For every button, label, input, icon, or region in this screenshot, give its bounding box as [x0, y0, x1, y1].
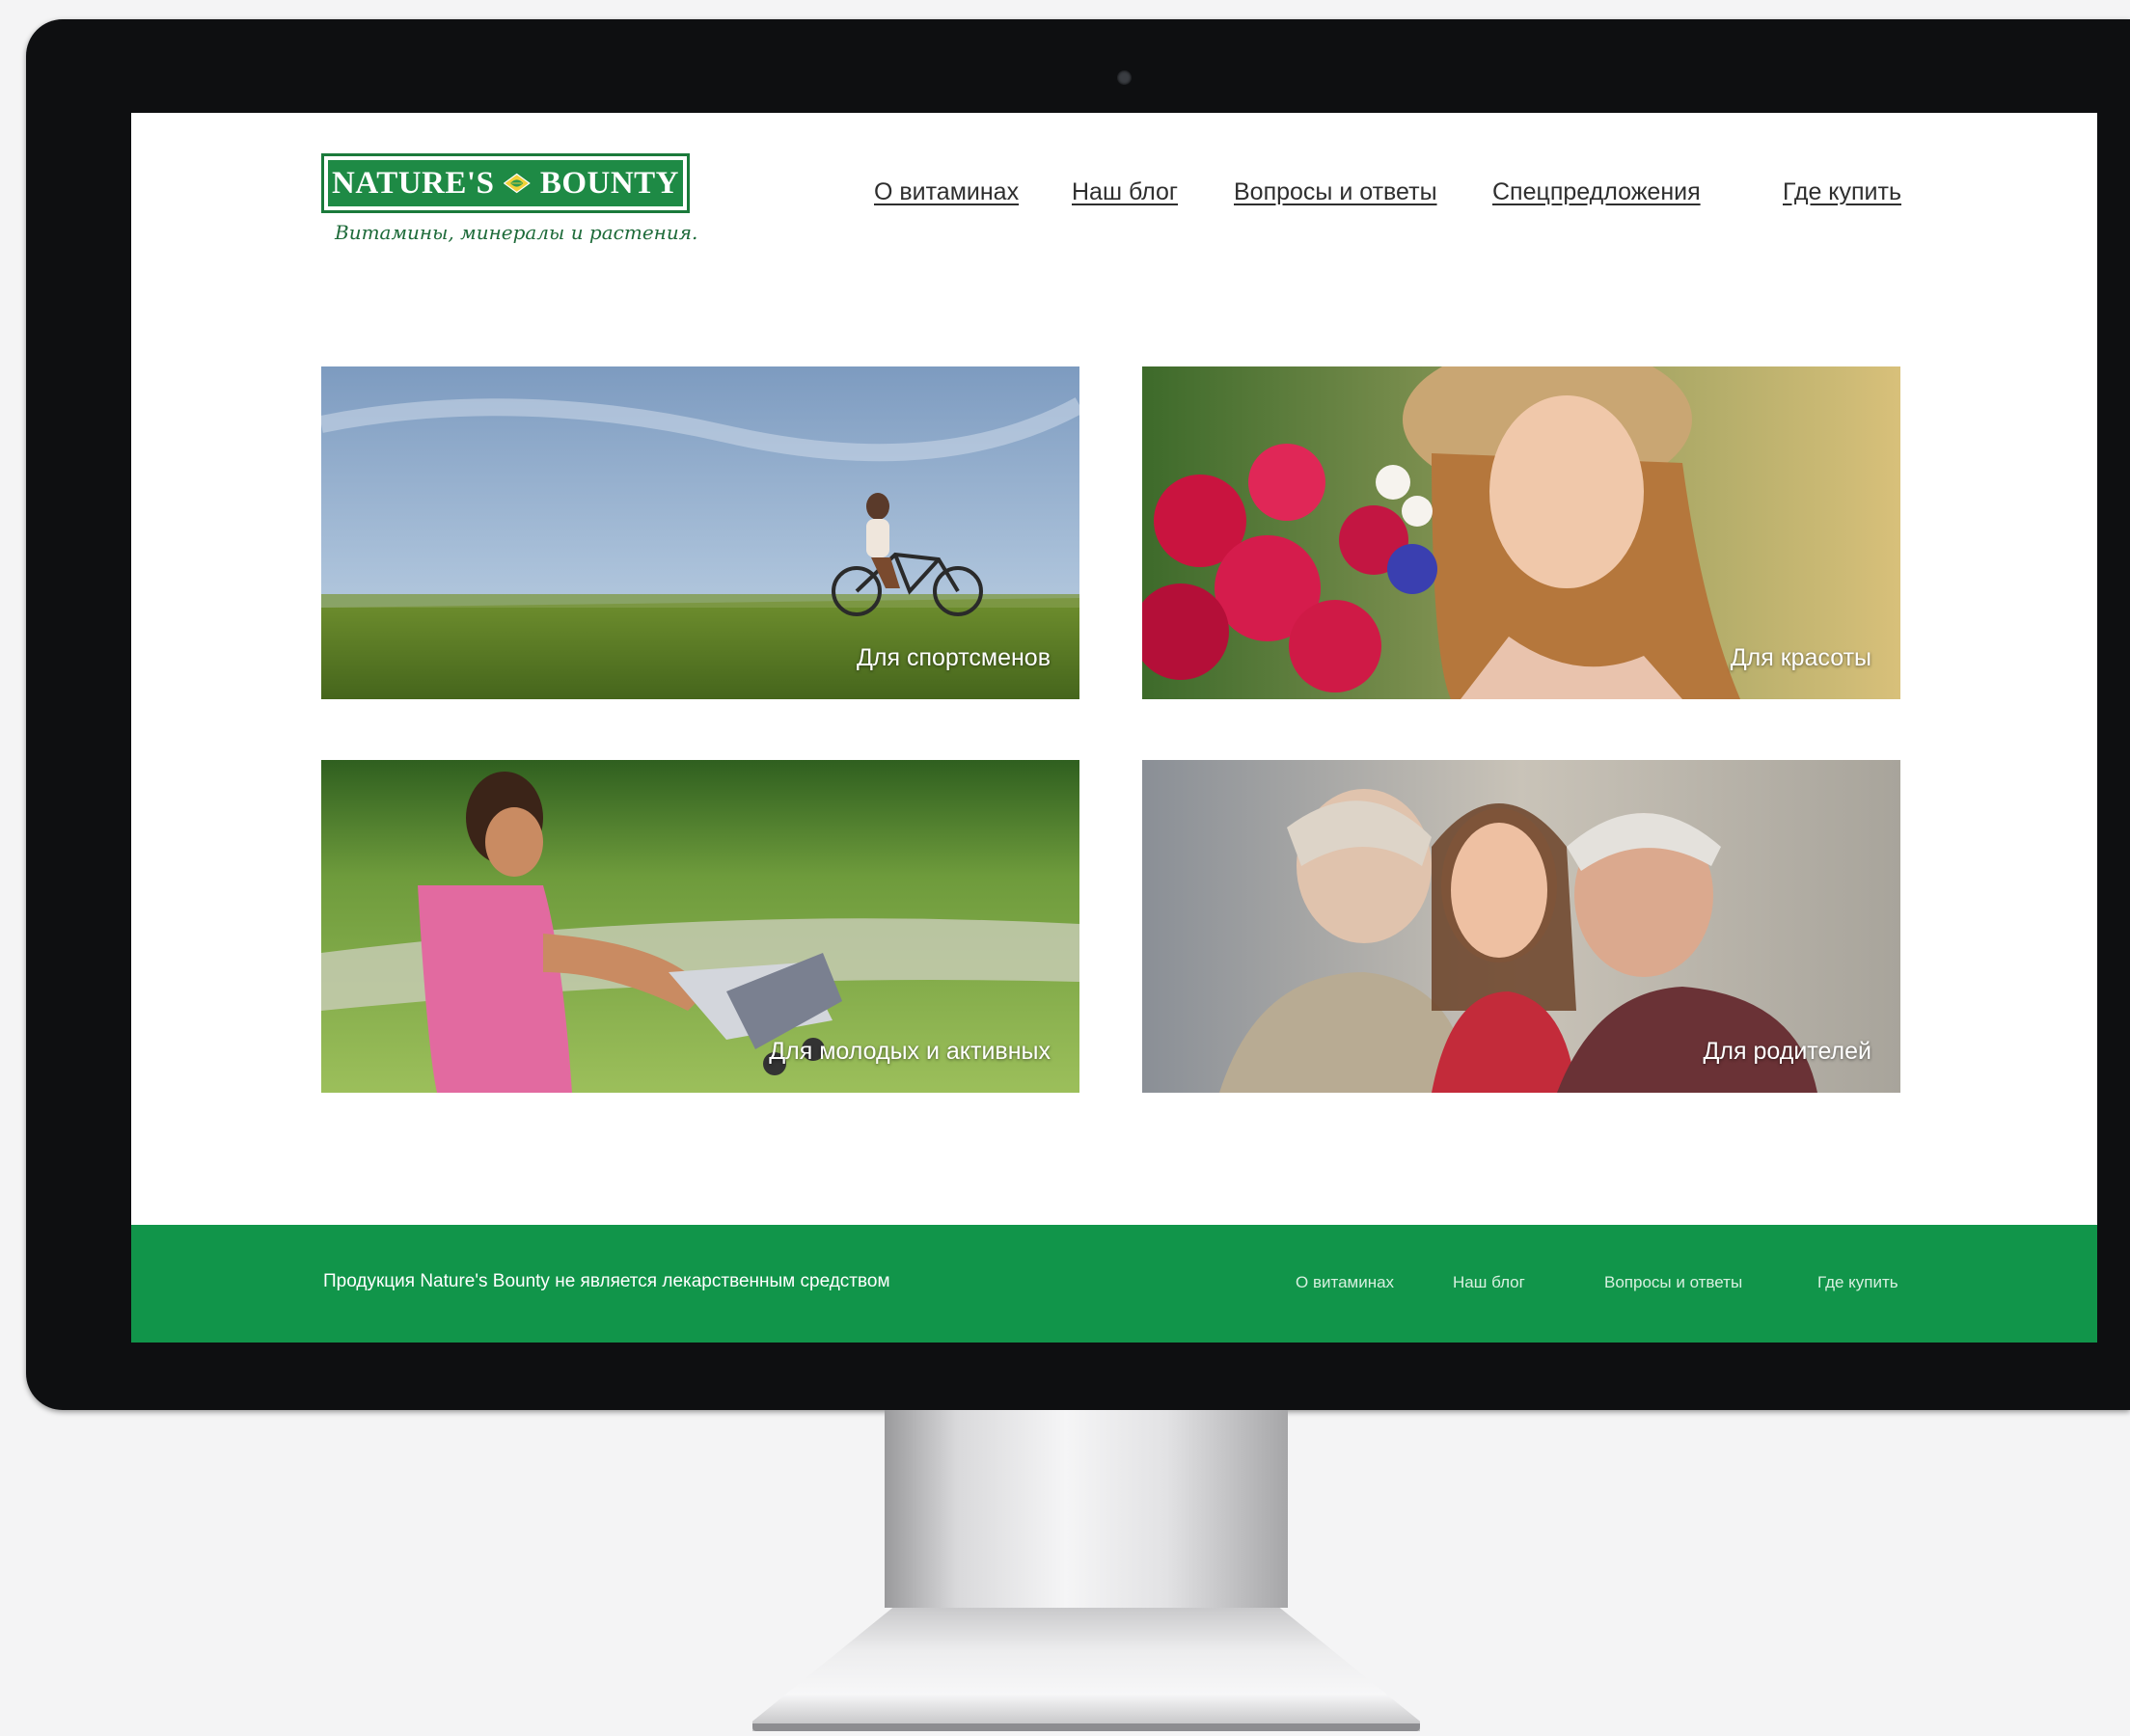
tile-label: Для родителей: [1703, 1038, 1871, 1065]
monitor-stand-neck: [885, 1410, 1288, 1608]
footer-link-blog[interactable]: Наш блог: [1453, 1273, 1525, 1292]
category-tile-young-active[interactable]: Для молодых и активных: [321, 760, 1079, 1093]
site-footer: Продукция Nature's Bounty не является ле…: [131, 1225, 2097, 1343]
monitor-stand-base: [752, 1608, 1420, 1731]
nav-link-vitamins[interactable]: О витаминах: [874, 178, 1019, 206]
nav-link-where-to-buy[interactable]: Где купить: [1783, 178, 1901, 206]
website-screen: NATURE'S BOUNTY Витамины, минералы и рас…: [131, 113, 2097, 1343]
category-tile-parents[interactable]: Для родителей: [1142, 760, 1900, 1093]
leaf-emblem-icon: [504, 173, 531, 194]
tile-label: Для молодых и активных: [769, 1038, 1051, 1065]
logo-name-left: NATURE'S: [332, 165, 495, 201]
monitor-stand-base-edge: [752, 1723, 1420, 1731]
logo-badge: NATURE'S BOUNTY: [321, 153, 690, 213]
brand-logo[interactable]: NATURE'S BOUNTY Витамины, минералы и рас…: [321, 153, 697, 267]
footer-link-vitamins[interactable]: О витаминах: [1296, 1273, 1394, 1292]
category-tile-beauty[interactable]: Для красоты: [1142, 366, 1900, 699]
monitor-frame: NATURE'S BOUNTY Витамины, минералы и рас…: [26, 19, 2130, 1410]
nav-link-blog[interactable]: Наш блог: [1072, 178, 1178, 206]
nav-link-faq[interactable]: Вопросы и ответы: [1234, 178, 1437, 206]
footer-disclaimer: Продукция Nature's Bounty не является ле…: [323, 1271, 890, 1291]
footer-link-faq[interactable]: Вопросы и ответы: [1604, 1273, 1742, 1292]
category-tile-athletes[interactable]: Для спортсменов: [321, 366, 1079, 699]
logo-name-right: BOUNTY: [539, 165, 679, 201]
tile-label: Для спортсменов: [856, 644, 1051, 671]
camera-icon: [1117, 70, 1132, 85]
footer-link-where-to-buy[interactable]: Где купить: [1817, 1273, 1898, 1292]
logo-tagline: Витамины, минералы и растения.: [335, 221, 698, 244]
tile-label: Для красоты: [1730, 644, 1871, 671]
nav-link-offers[interactable]: Спецпредложения: [1492, 178, 1701, 206]
